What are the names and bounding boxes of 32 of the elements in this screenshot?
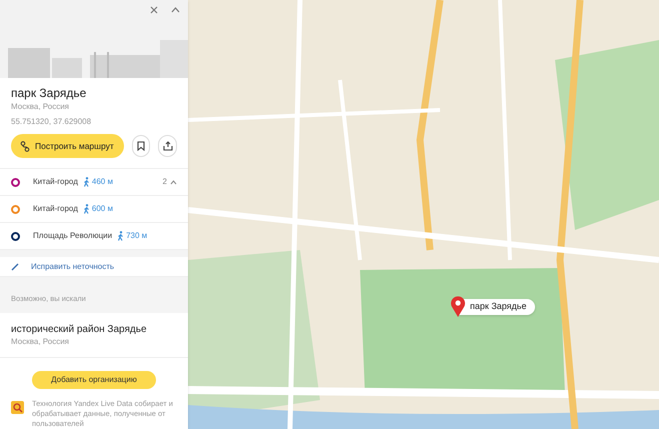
share-button[interactable] xyxy=(158,135,177,157)
place-title: парк Зарядье xyxy=(11,85,88,101)
metro-station-name[interactable]: Площадь Революции xyxy=(33,230,112,242)
walking-distance: 730 м xyxy=(126,230,148,242)
place-coordinates: 55.751320, 37.629008 xyxy=(11,116,92,128)
route-button[interactable]: Построить маршрут xyxy=(11,134,124,158)
walking-person-icon xyxy=(82,177,90,187)
walking-person-icon xyxy=(117,231,124,241)
walking-person-icon xyxy=(82,204,90,214)
place-subtitle: Москва, Россия xyxy=(11,101,70,113)
more-stations-toggle[interactable]: 2 xyxy=(162,176,177,188)
walking-distance: 460 м xyxy=(92,176,113,188)
chevron-up-icon xyxy=(170,180,177,184)
live-data-icon xyxy=(11,401,24,414)
add-organization-button[interactable]: Добавить организацию xyxy=(32,371,156,389)
suggestion-title: исторический район Зарядье xyxy=(11,323,148,336)
fix-inaccuracy-link[interactable]: Исправить неточность xyxy=(31,260,114,273)
map-pin-icon xyxy=(450,296,466,318)
suggestion-subtitle: Москва, Россия xyxy=(11,336,70,347)
walking-distance: 600 м xyxy=(92,203,113,215)
metro-station-name[interactable]: Китай-город xyxy=(33,203,78,215)
route-icon xyxy=(20,140,30,152)
share-icon xyxy=(162,141,173,151)
chevron-up-icon xyxy=(171,6,180,14)
bookmark-icon xyxy=(137,141,146,151)
metro-station-name[interactable]: Китай-город xyxy=(33,176,78,188)
close-button[interactable] xyxy=(148,4,160,16)
place-name-tooltip: парк Зарядье xyxy=(458,299,534,315)
bookmark-button[interactable] xyxy=(132,135,150,157)
close-icon xyxy=(150,6,158,14)
pencil-icon xyxy=(11,262,19,271)
suggestion-item[interactable]: исторический район Зарядье Москва, Россия xyxy=(0,313,188,358)
